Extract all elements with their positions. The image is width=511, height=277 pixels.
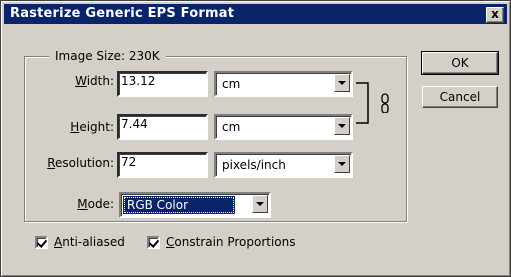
chain-link-icon: [381, 93, 389, 113]
width-unit-select[interactable]: cm: [214, 71, 353, 97]
cancel-button[interactable]: Cancel: [422, 86, 498, 108]
constrain-proportions-checkbox[interactable]: [147, 236, 160, 249]
image-size-label: Image Size: 230K: [49, 49, 166, 63]
resolution-unit-value: pixels/inch: [222, 158, 286, 172]
height-label: Height:: [70, 120, 114, 134]
ok-button[interactable]: OK: [421, 51, 499, 75]
width-unit-value: cm: [222, 77, 241, 91]
title-bar[interactable]: Rasterize Generic EPS Format x: [4, 4, 507, 24]
link-bracket: [356, 82, 369, 124]
width-input[interactable]: 13.12: [117, 71, 208, 97]
mode-select[interactable]: RGB Color: [119, 192, 271, 218]
width-value: 13.12: [121, 74, 156, 88]
close-icon: x: [491, 7, 499, 21]
chevron-down-icon[interactable]: [252, 195, 268, 213]
chevron-down-icon[interactable]: [334, 155, 350, 173]
resolution-unit-select[interactable]: pixels/inch: [214, 152, 353, 178]
anti-aliased-label[interactable]: Anti-aliased: [54, 235, 125, 249]
close-button[interactable]: x: [486, 7, 504, 23]
width-label: Width:: [75, 74, 114, 88]
chevron-down-icon[interactable]: [334, 117, 350, 135]
resolution-label: Resolution:: [47, 156, 114, 170]
resolution-value: 72: [121, 155, 137, 169]
constrain-proportions-label[interactable]: Constrain Proportions: [166, 235, 296, 249]
resolution-input[interactable]: 72: [117, 152, 208, 178]
window-title: Rasterize Generic EPS Format: [10, 6, 235, 21]
mode-label: Mode:: [77, 197, 114, 211]
height-input[interactable]: 7.44: [117, 114, 208, 140]
anti-aliased-checkbox[interactable]: [35, 236, 48, 249]
height-unit-value: cm: [222, 120, 241, 134]
height-value: 7.44: [121, 117, 148, 131]
height-unit-select[interactable]: cm: [214, 114, 353, 140]
chevron-down-icon[interactable]: [334, 74, 350, 92]
mode-value: RGB Color: [123, 196, 235, 214]
